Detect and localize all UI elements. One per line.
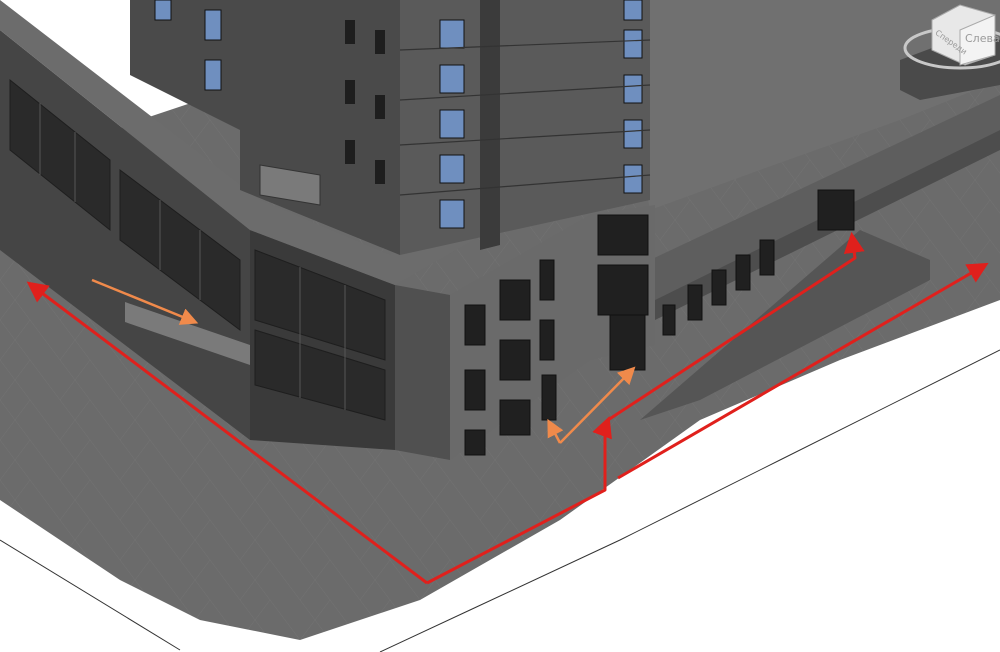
viewcube-face-left[interactable]: Слева (965, 32, 1000, 45)
architectural-3d-view: Слева Спереди (0, 0, 1000, 652)
